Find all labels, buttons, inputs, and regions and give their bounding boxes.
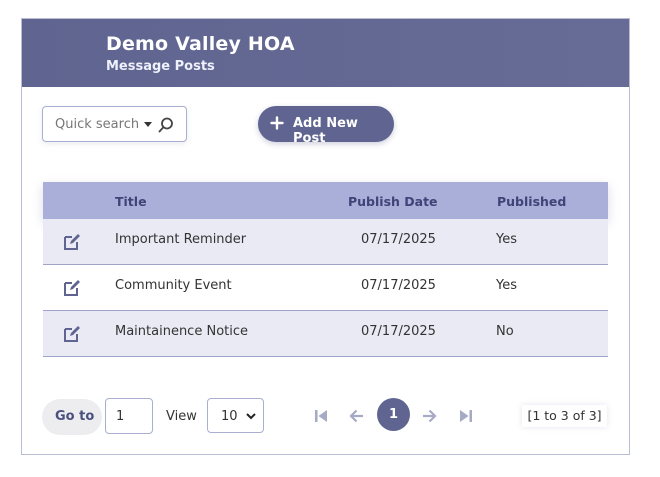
go-to-button[interactable]: Go to: [42, 399, 102, 435]
first-page-icon[interactable]: [312, 407, 330, 425]
edit-icon[interactable]: [63, 325, 81, 343]
cell-publish-date: 07/17/2025: [361, 232, 436, 247]
pagination-bar: Go to View 10 1 [1 to 3 of 3]: [22, 397, 629, 437]
cell-published: Yes: [496, 232, 517, 247]
cell-published: No: [496, 324, 514, 339]
last-page-icon[interactable]: [457, 407, 475, 425]
page-subtitle: Message Posts: [106, 59, 215, 74]
table-row: Community Event 07/17/2025 Yes: [43, 265, 608, 311]
page-number-input[interactable]: [105, 398, 153, 434]
message-posts-panel: Demo Valley HOA Message Posts Quick sear…: [21, 18, 630, 455]
cell-title: Maintainence Notice: [115, 324, 248, 339]
page-size-select[interactable]: 10: [207, 398, 264, 433]
table-row: Maintainence Notice 07/17/2025 No: [43, 311, 608, 357]
quick-search-field[interactable]: Quick search: [42, 106, 187, 142]
add-new-post-button[interactable]: Add New Post: [258, 106, 394, 146]
page-size-value: 10: [221, 409, 238, 424]
plus-icon: [270, 116, 284, 130]
add-new-post-label: Add New Post: [293, 116, 358, 146]
search-icon[interactable]: [157, 116, 175, 134]
posts-table: Title Publish Date Published Important R…: [43, 182, 608, 357]
column-header-title[interactable]: Title: [115, 194, 147, 209]
go-to-label: Go to: [55, 409, 95, 424]
table-header: Title Publish Date Published: [43, 182, 608, 219]
current-page-button[interactable]: 1: [377, 398, 410, 431]
caret-down-icon[interactable]: [144, 122, 152, 127]
cell-title: Important Reminder: [115, 232, 247, 247]
results-summary: [1 to 3 of 3]: [522, 405, 607, 427]
cell-published: Yes: [496, 278, 517, 293]
chevron-down-icon: [246, 413, 256, 420]
cell-publish-date: 07/17/2025: [361, 278, 436, 293]
column-header-publish-date[interactable]: Publish Date: [348, 194, 438, 209]
next-page-icon[interactable]: [420, 407, 438, 425]
prev-page-icon[interactable]: [348, 407, 366, 425]
panel-header: Demo Valley HOA Message Posts: [22, 19, 629, 87]
edit-icon[interactable]: [63, 279, 81, 297]
edit-icon[interactable]: [63, 233, 81, 251]
view-label: View: [166, 409, 197, 424]
cell-publish-date: 07/17/2025: [361, 324, 436, 339]
column-header-published[interactable]: Published: [497, 194, 566, 209]
table-row: Important Reminder 07/17/2025 Yes: [43, 219, 608, 265]
search-placeholder: Quick search: [55, 117, 140, 132]
cell-title: Community Event: [115, 278, 232, 293]
page-title: Demo Valley HOA: [106, 33, 295, 55]
